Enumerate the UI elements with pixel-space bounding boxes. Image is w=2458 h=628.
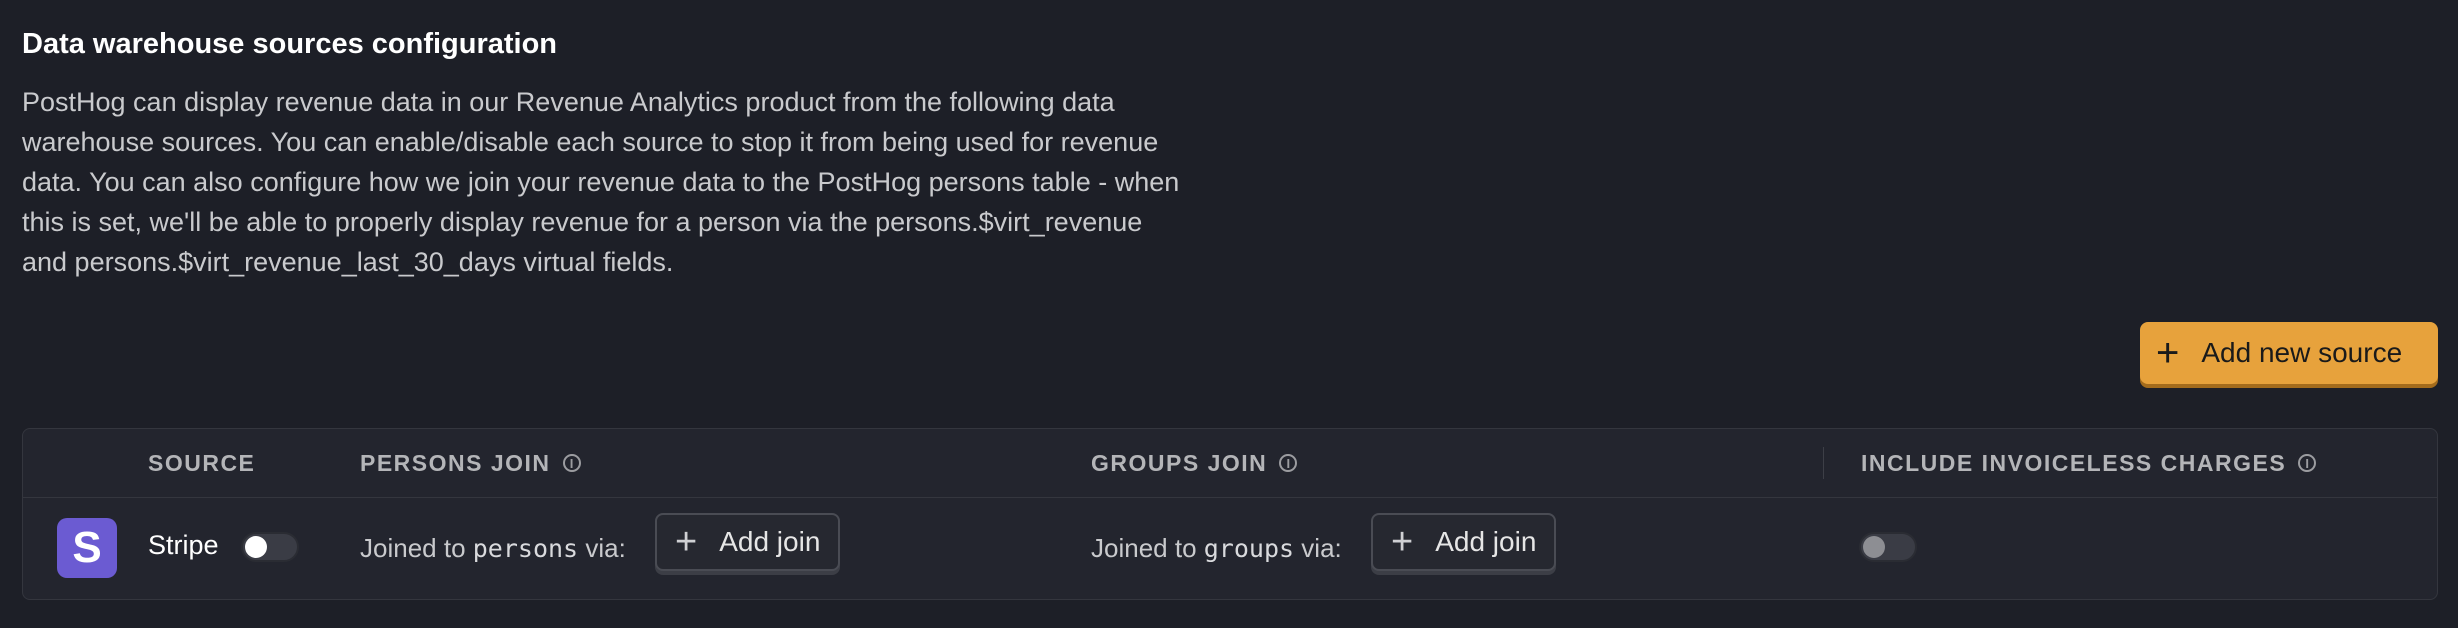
- table-header: SOURCE PERSONS JOIN i GROUPS JOIN i INCL…: [23, 429, 2437, 498]
- groups-join-suffix: via:: [1294, 533, 1342, 563]
- info-icon[interactable]: i: [1279, 454, 1298, 472]
- source-name: Stripe: [148, 530, 219, 560]
- persons-add-join-button[interactable]: + Add join: [655, 513, 841, 571]
- column-header-persons-join: PERSONS JOIN i: [360, 429, 581, 497]
- persons-join-target: persons: [472, 534, 579, 563]
- column-header-source-label: SOURCE: [148, 449, 256, 476]
- section-description: PostHog can display revenue data in our …: [22, 87, 1180, 277]
- source-enabled-toggle[interactable]: [241, 532, 299, 562]
- include-invoiceless-toggle[interactable]: [1859, 532, 1917, 562]
- plus-icon: +: [2156, 331, 2180, 375]
- plus-icon: +: [1391, 521, 1414, 563]
- groups-join-prefix: Joined to: [1091, 533, 1204, 563]
- persons-join-text: Joined to persons via:: [360, 533, 626, 564]
- info-icon[interactable]: i: [2298, 454, 2317, 472]
- add-new-source-label: Add new source: [2201, 337, 2403, 368]
- toggle-knob: [1863, 536, 1885, 558]
- groups-add-join-button[interactable]: + Add join: [1371, 513, 1557, 571]
- column-header-persons-join-label: PERSONS JOIN: [360, 449, 551, 476]
- column-header-groups-join: GROUPS JOIN i: [1091, 429, 1298, 497]
- plus-icon: +: [675, 521, 698, 563]
- column-header-groups-join-label: GROUPS JOIN: [1091, 449, 1268, 476]
- column-divider: [1823, 447, 1824, 479]
- persons-join-prefix: Joined to: [360, 533, 473, 563]
- persons-add-join-label: Add join: [719, 526, 821, 557]
- table-row: S Stripe Joined to persons via: + Add jo…: [23, 497, 2437, 601]
- persons-join-suffix: via:: [578, 533, 626, 563]
- section-title: Data warehouse sources configuration: [22, 28, 558, 60]
- toggle-knob: [245, 536, 267, 558]
- groups-join-text: Joined to groups via:: [1091, 533, 1342, 564]
- column-header-include-invoiceless-label: INCLUDE INVOICELESS CHARGES: [1861, 449, 2287, 476]
- sources-table: SOURCE PERSONS JOIN i GROUPS JOIN i INCL…: [22, 428, 2438, 600]
- add-new-source-button[interactable]: + Add new source: [2140, 322, 2438, 384]
- groups-join-target: groups: [1203, 534, 1295, 563]
- info-icon[interactable]: i: [562, 454, 581, 472]
- column-header-include-invoiceless: INCLUDE INVOICELESS CHARGES i: [1861, 429, 2317, 497]
- stripe-logo: S: [57, 518, 117, 578]
- groups-add-join-label: Add join: [1435, 526, 1537, 557]
- column-header-source: SOURCE: [148, 429, 255, 497]
